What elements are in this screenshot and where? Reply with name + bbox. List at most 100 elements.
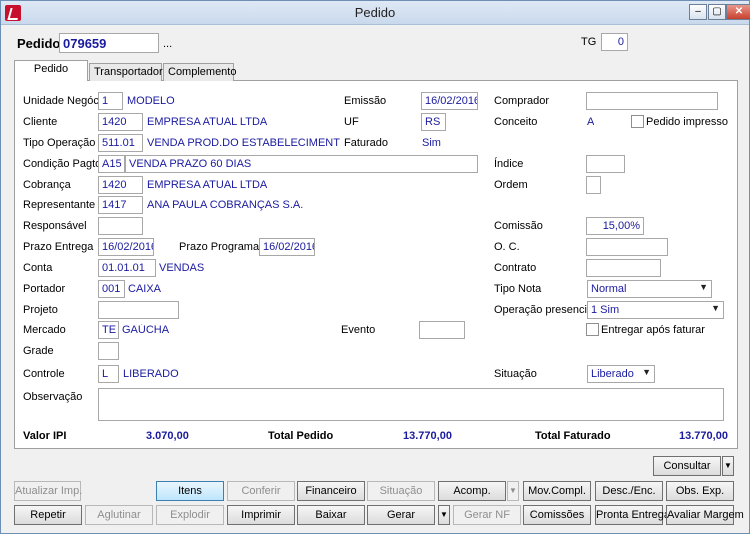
situacao-button[interactable]: Situação: [367, 481, 435, 501]
consultar-button[interactable]: Consultar: [653, 456, 721, 476]
cobranca-label: Cobrança: [23, 179, 71, 191]
indice-field[interactable]: [586, 155, 625, 173]
cobranca-code-field[interactable]: 1420: [98, 176, 143, 194]
avaliar-margem-button[interactable]: Avaliar Margem: [666, 505, 744, 525]
tab-complemento[interactable]: Complemento: [163, 63, 236, 81]
projeto-field[interactable]: [98, 301, 179, 319]
emissao-label: Emissão: [344, 95, 387, 107]
controle-code-field[interactable]: L: [98, 365, 119, 383]
close-icon[interactable]: ✕: [726, 4, 750, 20]
contrato-label: Contrato: [494, 262, 537, 274]
window-title: Pedido: [354, 5, 396, 20]
itens-button[interactable]: Itens: [156, 481, 224, 501]
imprimir-button[interactable]: Imprimir: [227, 505, 295, 525]
unidade-name: MODELO: [127, 95, 175, 107]
portador-code-field[interactable]: 001: [98, 280, 125, 298]
situacao-label: Situação: [494, 368, 537, 380]
pedido-number-field[interactable]: 079659: [59, 33, 159, 53]
atualizar-imp-button[interactable]: Atualizar Imp.: [14, 481, 82, 501]
grade-field[interactable]: [98, 342, 119, 360]
maximize-icon[interactable]: ▢: [708, 4, 726, 20]
total-pedido-value: 13.770,00: [403, 430, 452, 442]
chevron-down-icon: ▼: [440, 510, 448, 519]
tab-pedido[interactable]: Pedido: [14, 60, 88, 81]
gerar-dropdown[interactable]: ▼: [438, 505, 450, 525]
tab-transportadora[interactable]: Transportadora: [89, 63, 169, 81]
tipo-nota-select[interactable]: Normal ▼: [587, 280, 712, 298]
comissao-label: Comissão: [494, 220, 543, 232]
representante-label: Representante: [23, 199, 96, 211]
pedido-lookup-button[interactable]: ...: [163, 38, 172, 50]
comissoes-button[interactable]: Comissões: [523, 505, 591, 525]
emissao-field[interactable]: 16/02/2016: [421, 92, 478, 110]
gerar-button[interactable]: Gerar: [367, 505, 435, 525]
tg-label: TG: [581, 36, 597, 48]
consultar-dropdown[interactable]: ▼: [722, 456, 734, 476]
faturado-value: Sim: [422, 137, 441, 149]
unidade-code-field[interactable]: 1: [98, 92, 123, 110]
total-faturado-label: Total Faturado: [535, 430, 611, 442]
baixar-button[interactable]: Baixar: [297, 505, 365, 525]
acomp-button[interactable]: Acomp.: [438, 481, 506, 501]
acomp-dropdown[interactable]: ▼: [507, 481, 519, 501]
condicao-code-field[interactable]: A15: [98, 155, 125, 173]
conta-label: Conta: [23, 262, 53, 274]
operacao-presencial-select[interactable]: 1 Sim ▼: [587, 301, 724, 319]
operacao-presencial-label: Operação presencial: [494, 304, 596, 316]
tipo-operacao-code-field[interactable]: 511.01: [98, 134, 143, 152]
situacao-value: Liberado: [591, 368, 634, 380]
conferir-button[interactable]: Conferir: [227, 481, 295, 501]
situacao-select[interactable]: Liberado ▼: [587, 365, 655, 383]
responsavel-field[interactable]: [98, 217, 143, 235]
financeiro-button[interactable]: Financeiro: [297, 481, 365, 501]
controle-name: LIBERADO: [123, 368, 179, 380]
entregar-apos-faturar-checkbox[interactable]: [586, 323, 599, 336]
repetir-button[interactable]: Repetir: [14, 505, 82, 525]
tipo-operacao-name: VENDA PROD.DO ESTABELECIMENTO (ICMS 1:: [147, 137, 340, 149]
gerar-nf-button[interactable]: Gerar NF: [453, 505, 521, 525]
operacao-presencial-value: 1 Sim: [591, 304, 620, 316]
responsavel-label: Responsável: [23, 220, 87, 232]
pedido-impresso-checkbox[interactable]: [631, 115, 644, 128]
projeto-label: Projeto: [23, 304, 58, 316]
ordem-field[interactable]: [586, 176, 601, 194]
aglutinar-button[interactable]: Aglutinar: [85, 505, 153, 525]
cliente-code-field[interactable]: 1420: [98, 113, 143, 131]
representante-code-field[interactable]: 1417: [98, 196, 143, 214]
desc-enc-button[interactable]: Desc./Enc.: [595, 481, 663, 501]
tg-field[interactable]: 0: [601, 33, 628, 51]
tipo-nota-value: Normal: [591, 283, 627, 295]
entregar-apos-faturar-label: Entregar após faturar: [601, 324, 705, 336]
portador-name: CAIXA: [128, 283, 162, 295]
uf-field[interactable]: RS: [421, 113, 446, 131]
mercado-code-field[interactable]: TE: [98, 321, 119, 339]
representante-name: ANA PAULA COBRANÇAS S.A.: [147, 199, 304, 211]
contrato-field[interactable]: [586, 259, 661, 277]
prazo-entrega-field[interactable]: 16/02/2016: [98, 238, 154, 256]
portador-label: Portador: [23, 283, 66, 295]
chevron-down-icon: ▼: [699, 282, 708, 292]
condicao-name-field[interactable]: VENDA PRAZO 60 DIAS: [125, 155, 478, 173]
chevron-down-icon: ▼: [724, 461, 732, 470]
condicao-label: Condição Pagto.: [23, 158, 105, 170]
evento-field[interactable]: [419, 321, 465, 339]
cliente-name: EMPRESA ATUAL LTDA: [147, 116, 268, 128]
evento-label: Evento: [341, 324, 376, 336]
oc-field[interactable]: [586, 238, 668, 256]
explodir-button[interactable]: Explodir: [156, 505, 224, 525]
conceito-label: Conceito: [494, 116, 538, 128]
minimize-icon[interactable]: –: [689, 4, 707, 20]
indice-label: Índice: [494, 158, 524, 170]
prazo-programado-field[interactable]: 16/02/2016: [259, 238, 315, 256]
obs-exp-button[interactable]: Obs. Exp.: [666, 481, 734, 501]
comprador-field[interactable]: [586, 92, 718, 110]
conta-name: VENDAS: [159, 262, 205, 274]
mov-compl-button[interactable]: Mov.Compl.: [523, 481, 591, 501]
observacao-textarea[interactable]: [98, 388, 724, 421]
comissao-field[interactable]: 15,00%: [586, 217, 644, 235]
uf-label: UF: [344, 116, 359, 128]
conta-code-field[interactable]: 01.01.01: [98, 259, 156, 277]
chevron-down-icon: ▼: [642, 367, 651, 377]
valor-ipi-value: 3.070,00: [146, 430, 189, 442]
pronta-entrega-button[interactable]: Pronta Entrega: [595, 505, 670, 525]
